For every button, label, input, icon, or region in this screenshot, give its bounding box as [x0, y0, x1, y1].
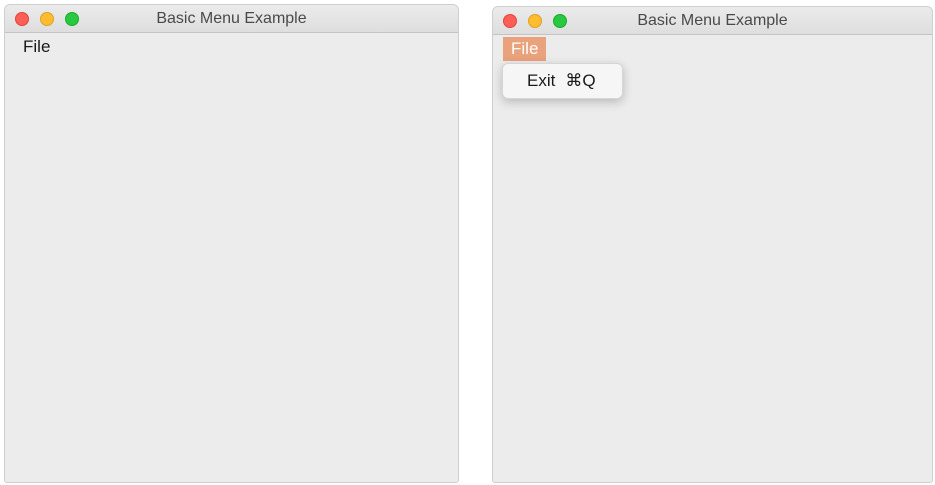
- menu-item-label: Exit: [527, 71, 556, 90]
- menu-bar: File: [493, 35, 932, 61]
- menu-item-exit[interactable]: Exit ⌘Q: [503, 64, 622, 98]
- window-open-menu: Basic Menu Example File Exit ⌘Q: [492, 6, 933, 483]
- file-menu-dropdown: Exit ⌘Q: [502, 63, 623, 99]
- window-closed-menu: Basic Menu Example File: [4, 4, 459, 483]
- menu-file[interactable]: File: [503, 37, 547, 61]
- menu-bar: File: [5, 33, 458, 59]
- title-bar[interactable]: Basic Menu Example: [493, 7, 932, 35]
- menu-item-shortcut: ⌘Q: [565, 71, 596, 90]
- window-title: Basic Menu Example: [156, 10, 307, 27]
- title-bar[interactable]: Basic Menu Example: [5, 5, 458, 33]
- menu-file[interactable]: File: [15, 35, 58, 59]
- window-title: Basic Menu Example: [637, 12, 788, 29]
